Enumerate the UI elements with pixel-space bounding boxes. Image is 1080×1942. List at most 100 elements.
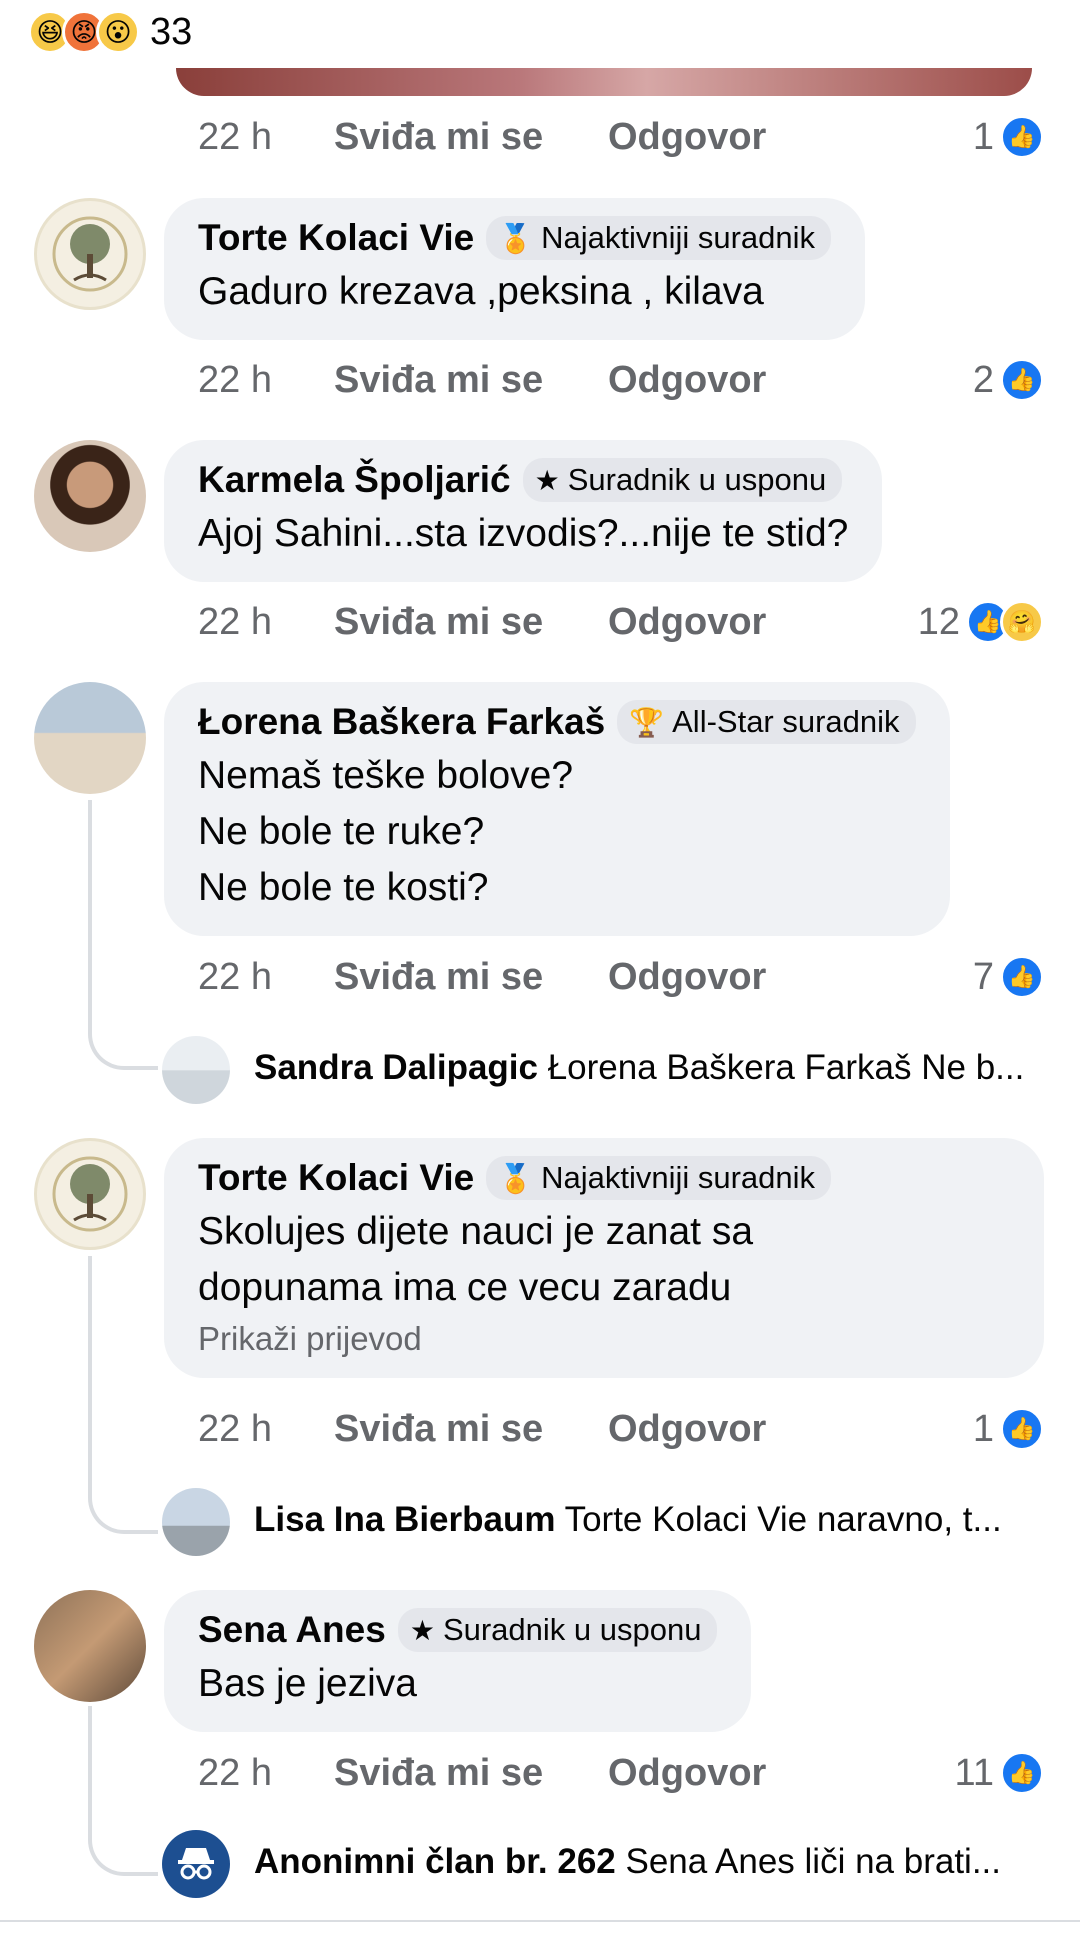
wow-reaction-icon: 😮 [96, 10, 140, 54]
comment-reactions[interactable]: 1 👍 [973, 1407, 1044, 1451]
comment-actions: 22 h Sviđa mi se Odgovor 1 👍 [198, 1404, 1044, 1454]
like-button[interactable]: Sviđa mi se [334, 116, 608, 159]
comment-line: Ne bole te kosti? [198, 866, 489, 909]
star-icon: ★ [409, 1614, 435, 1646]
comment-author[interactable]: Sena Anes [198, 1609, 386, 1651]
avatar[interactable] [34, 1138, 146, 1250]
comment-time[interactable]: 22 h [198, 359, 334, 402]
comment-text: Skolujes dijete nauci je zanat sa dopuna… [198, 1204, 1010, 1316]
star-icon: ★ [534, 464, 560, 496]
like-button[interactable]: Sviđa mi se [334, 601, 608, 644]
comment-actions: 22 h Sviđa mi se Odgovor 2 👍 [198, 355, 1044, 405]
reaction-count: 1 [972, 115, 994, 158]
like-button[interactable]: Sviđa mi se [334, 1752, 608, 1795]
reply-preview[interactable]: Anonimni član br. 262 Sena Anes liči na … [254, 1842, 1054, 1882]
reaction-count: 2 [972, 358, 994, 401]
anonymous-member-icon [178, 1848, 214, 1880]
reply-avatar[interactable] [162, 1488, 230, 1556]
comment-time[interactable]: 22 h [198, 1408, 334, 1451]
badge-label: Suradnik u usponu [442, 1612, 702, 1647]
reaction-count: 33 [150, 10, 193, 53]
comment-line: Skolujes dijete nauci je zanat sa [198, 1210, 754, 1253]
comment-line: Ne bole te ruke? [198, 810, 485, 853]
reply-avatar[interactable] [162, 1036, 230, 1104]
comment-author[interactable]: Karmela Špoljarić [198, 459, 511, 501]
comment-time[interactable]: 22 h [198, 1752, 334, 1795]
comment-text: Bas je jeziva [198, 1662, 417, 1705]
trophy-icon: 🏆 [629, 706, 665, 738]
reply-author: Anonimni član br. 262 [254, 1842, 616, 1881]
comment-line: Nemaš teške bolove? [198, 754, 574, 797]
like-button[interactable]: Sviđa mi se [334, 359, 608, 402]
reply-button[interactable]: Odgovor [608, 1752, 766, 1795]
contributor-badge[interactable]: ★ Suradnik u usponu [522, 458, 843, 502]
divider [0, 1920, 1080, 1922]
reaction-count: 11 [954, 1751, 994, 1794]
contributor-badge[interactable]: 🏅 Najaktivniji suradnik [486, 216, 832, 260]
reply-button[interactable]: Odgovor [608, 601, 766, 644]
comment-text: Gaduro krezava ,peksina , kilava [198, 270, 764, 313]
comment-reactions[interactable]: 2 👍 [973, 358, 1044, 402]
comment-actions: 22 h Sviđa mi se Odgovor 1 👍 [198, 112, 1044, 162]
like-button[interactable]: Sviđa mi se [334, 956, 608, 999]
comment-actions: 22 h Sviđa mi se Odgovor 12 👍 🤗 [198, 597, 1044, 647]
like-icon: 👍 [1000, 1751, 1044, 1795]
comment-time[interactable]: 22 h [198, 956, 334, 999]
badge-label: Suradnik u usponu [567, 462, 827, 497]
reply-button[interactable]: Odgovor [608, 1408, 766, 1451]
reply-text: Sena Anes liči na brati... [625, 1842, 1002, 1881]
thread-line [88, 1256, 92, 1496]
avatar[interactable] [34, 1590, 146, 1702]
reply-author: Sandra Dalipagic [254, 1048, 538, 1087]
care-reaction-icon: 🤗 [1000, 600, 1044, 644]
reply-preview[interactable]: Lisa Ina Bierbaum Torte Kolaci Vie narav… [254, 1500, 1054, 1540]
badge-label: Najaktivniji suradnik [541, 220, 816, 255]
badge-label: All-Star suradnik [672, 704, 900, 739]
tree-logo-icon [52, 1156, 128, 1232]
comment-time[interactable]: 22 h [198, 116, 334, 159]
reply-button[interactable]: Odgovor [608, 116, 766, 159]
reply-button[interactable]: Odgovor [608, 956, 766, 999]
contributor-badge[interactable]: 🏆 All-Star suradnik [617, 700, 916, 744]
comment-reactions[interactable]: 11 👍 [955, 1751, 1044, 1795]
badge-icon: 🏅 [498, 222, 534, 254]
comment-reactions[interactable]: 7 👍 [973, 955, 1044, 999]
comment-text: Nemaš teške bolove? Ne bole te ruke? Ne … [198, 748, 916, 916]
tree-logo-icon [52, 216, 128, 292]
comment-line: dopunama ima ce vecu zaradu [198, 1266, 732, 1309]
reply-author: Lisa Ina Bierbaum [254, 1500, 556, 1539]
like-button[interactable]: Sviđa mi se [334, 1408, 608, 1451]
like-icon: 👍 [1000, 358, 1044, 402]
comment-bubble: Sena Anes ★ Suradnik u usponu Bas je jez… [164, 1590, 752, 1732]
reply-text: Łorena Baškera Farkaš Ne b... [547, 1048, 1025, 1087]
comment-author[interactable]: Torte Kolaci Vie [198, 1157, 474, 1199]
reaction-count: 1 [972, 1407, 994, 1450]
like-icon: 👍 [1000, 1407, 1044, 1451]
reply-avatar[interactable] [162, 1830, 230, 1898]
like-icon: 👍 [1000, 955, 1044, 999]
contributor-badge[interactable]: 🏅 Najaktivniji suradnik [486, 1156, 832, 1200]
avatar[interactable] [34, 198, 146, 310]
show-translation-link[interactable]: Prikaži prijevod [198, 1320, 1010, 1358]
comment-bubble: Łorena Baškera Farkaš 🏆 All-Star suradni… [164, 682, 950, 936]
badge-icon: 🏅 [498, 1162, 534, 1194]
avatar[interactable] [34, 440, 146, 552]
thread-line [88, 1706, 92, 1838]
comment-reactions[interactable]: 1 👍 [973, 115, 1044, 159]
comment-author[interactable]: Torte Kolaci Vie [198, 217, 474, 259]
attached-image-edge[interactable] [176, 68, 1032, 96]
reaction-summary[interactable]: 😆 😡 😮 33 [28, 10, 192, 54]
comment-reactions[interactable]: 12 👍 🤗 [918, 600, 1044, 644]
thread-line [88, 800, 92, 1032]
contributor-badge[interactable]: ★ Suradnik u usponu [397, 1608, 718, 1652]
comment-author[interactable]: Łorena Baškera Farkaš [198, 701, 605, 743]
reply-button[interactable]: Odgovor [608, 359, 766, 402]
like-icon: 👍 [1000, 115, 1044, 159]
reply-preview[interactable]: Sandra Dalipagic Łorena Baškera Farkaš N… [254, 1048, 1054, 1088]
avatar[interactable] [34, 682, 146, 794]
reaction-count: 7 [972, 955, 994, 998]
comment-actions: 22 h Sviđa mi se Odgovor 7 👍 [198, 952, 1044, 1002]
comment-time[interactable]: 22 h [198, 601, 334, 644]
thread-connector [88, 1494, 158, 1534]
comment-bubble: Torte Kolaci Vie 🏅 Najaktivniji suradnik… [164, 198, 866, 340]
